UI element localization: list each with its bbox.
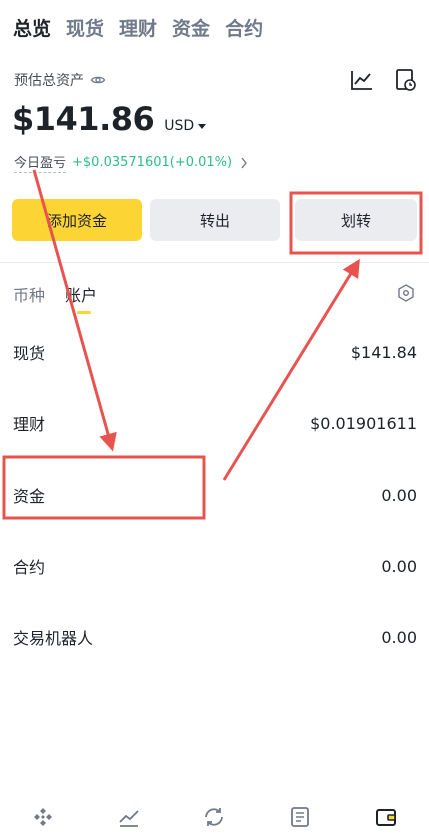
tab-earn[interactable]: 理财 [119, 14, 157, 41]
account-value: 0.00 [381, 485, 417, 505]
withdraw-button[interactable]: 转出 [150, 199, 280, 241]
top-tab-bar: 总览 现货 理财 资金 合约 [13, 14, 263, 41]
wallet-icon[interactable] [374, 805, 398, 829]
chevron-right-icon [241, 157, 247, 168]
estimated-assets-text: 预估总资产 [14, 73, 84, 89]
account-row-earn[interactable]: 理财 $0.01901611 [13, 409, 417, 437]
account-row-funding[interactable]: 资金 0.00 [13, 481, 417, 509]
tab-overview[interactable]: 总览 [13, 14, 51, 41]
tab-spot[interactable]: 现货 [66, 14, 104, 41]
pnl-value: +$0.03571601(+0.01%) [72, 155, 233, 170]
orders-icon[interactable] [288, 805, 312, 829]
currency-select[interactable]: USD [164, 118, 207, 134]
pnl-label: 今日盈亏 [14, 152, 67, 173]
account-value: $0.01901611 [310, 413, 417, 433]
history-icon[interactable] [395, 68, 417, 92]
account-row-trading-bot[interactable]: 交易机器人 0.00 [13, 623, 417, 651]
account-name: 理财 [13, 415, 46, 434]
account-name: 资金 [13, 487, 46, 506]
tab-account[interactable]: 账户 [65, 282, 97, 314]
sub-tab-bar: 币种 账户 [13, 282, 97, 314]
account-name: 合约 [13, 558, 46, 577]
divider [0, 262, 429, 263]
eye-icon[interactable] [90, 72, 106, 88]
markets-icon[interactable] [117, 805, 141, 829]
tab-coin[interactable]: 币种 [13, 282, 45, 314]
account-name: 交易机器人 [13, 629, 94, 648]
caret-down-icon [198, 123, 207, 129]
currency-label: USD [164, 118, 195, 134]
account-value: $141.84 [350, 342, 417, 362]
trade-icon[interactable] [202, 805, 226, 829]
transfer-button[interactable]: 划转 [295, 199, 417, 241]
account-value: 0.00 [381, 556, 417, 576]
balance-amount: $141.86 [12, 100, 155, 138]
bottom-nav [0, 800, 429, 834]
add-funds-button[interactable]: 添加资金 [12, 199, 142, 241]
estimated-assets-label: 预估总资产 [14, 70, 106, 90]
home-logo-icon[interactable] [31, 805, 55, 829]
line-chart-icon[interactable] [349, 68, 375, 92]
settings-hex-icon[interactable] [397, 284, 415, 302]
balance-display: $141.86 USD [12, 100, 207, 138]
tab-funding[interactable]: 资金 [172, 14, 210, 41]
account-value: 0.00 [381, 627, 417, 647]
today-pnl[interactable]: 今日盈亏 +$0.03571601(+0.01%) [14, 152, 248, 173]
account-row-futures[interactable]: 合约 0.00 [13, 552, 417, 580]
arrow-to-transfer [222, 258, 360, 481]
tab-futures[interactable]: 合约 [225, 14, 263, 41]
account-name: 现货 [13, 344, 46, 363]
account-row-spot[interactable]: 现货 $141.84 [13, 338, 417, 366]
